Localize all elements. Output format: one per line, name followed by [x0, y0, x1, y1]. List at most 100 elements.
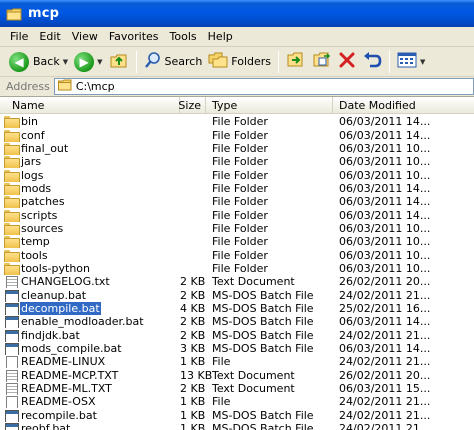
- file-row[interactable]: mods File Folder 06/03/2011 14...: [0, 182, 474, 195]
- file-row[interactable]: logs File Folder 06/03/2011 10...: [0, 168, 474, 182]
- file-name-cell: README-LINUX: [0, 355, 180, 369]
- file-row[interactable]: patches File Folder 06/03/2011 14...: [0, 195, 474, 209]
- file-name-cell: patches: [0, 195, 180, 209]
- file-row[interactable]: jars File Folder 06/03/2011 10...: [0, 155, 474, 169]
- file-name: README-OSX: [21, 395, 96, 409]
- column-header-size[interactable]: Size: [178, 97, 206, 114]
- file-date-modified: 06/03/2011 10...: [339, 168, 431, 182]
- back-arrow-icon: ◀: [9, 51, 29, 72]
- file-name: findjdk.bat: [21, 328, 80, 342]
- file-name-cell: conf: [0, 129, 180, 142]
- address-bar: Address C:\mcp: [0, 77, 474, 97]
- folder-icon: [57, 79, 72, 94]
- views-grid-icon: [397, 52, 417, 71]
- forward-button[interactable]: ▶ ▼: [71, 50, 105, 74]
- move-to-button[interactable]: [283, 50, 309, 74]
- text-document-icon: [4, 383, 18, 396]
- file-date-modified: 06/03/2011 14...: [339, 315, 431, 329]
- file-size: 2 KB: [180, 275, 206, 289]
- column-header-type[interactable]: Type: [206, 97, 333, 114]
- file-row[interactable]: CHANGELOG.txt 2 KB Text Document 26/02/2011…: [0, 275, 474, 289]
- menu-file[interactable]: File: [6, 30, 35, 43]
- file-type: Text Document: [212, 368, 295, 382]
- file-type: File Folder: [212, 181, 268, 195]
- file-name-cell: tools-python: [0, 262, 180, 275]
- address-input[interactable]: C:\mcp: [53, 78, 474, 95]
- file-name: sources: [21, 221, 64, 235]
- up-folder-button[interactable]: [106, 50, 132, 74]
- file-type: MS-DOS Batch File: [212, 315, 314, 329]
- undo-button[interactable]: [359, 50, 385, 74]
- file-row[interactable]: tools-python File Folder 06/03/2011 10...: [0, 262, 474, 275]
- file-size: 1 KB: [180, 422, 206, 430]
- menu-tools[interactable]: Tools: [166, 30, 204, 43]
- file-name-cell: jars: [0, 155, 180, 169]
- search-icon: [144, 51, 162, 72]
- column-header-date[interactable]: Date Modified: [333, 97, 474, 114]
- delete-button[interactable]: [335, 50, 359, 74]
- file-row[interactable]: mods_compile.bat 3 KB MS-DOS Batch File 06/…: [0, 342, 474, 356]
- file-row[interactable]: conf File Folder 06/03/2011 14...: [0, 128, 474, 142]
- file-type: MS-DOS Batch File: [212, 301, 314, 315]
- file-date-modified: 24/02/2011 21...: [339, 288, 431, 302]
- file-date-modified: 26/02/2011 20...: [339, 368, 431, 382]
- file-name: README-LINUX: [21, 355, 106, 369]
- file-row[interactable]: scripts File Folder 06/03/2011 14...: [0, 208, 474, 222]
- text-document-icon: [4, 369, 18, 382]
- menu-help[interactable]: Help: [204, 30, 240, 43]
- file-type: MS-DOS Batch File: [212, 328, 314, 342]
- column-header: Name Size Type Date Modified: [0, 97, 474, 114]
- file-name-cell: bin: [0, 115, 180, 129]
- back-button[interactable]: ◀ Back ▼: [6, 50, 71, 74]
- file-row[interactable]: findjdk.bat 2 KB MS-DOS Batch File 24/02/20…: [0, 329, 474, 342]
- folders-button[interactable]: Folders: [205, 50, 274, 74]
- folder-icon: [6, 7, 22, 21]
- batch-file-icon: [4, 343, 19, 356]
- window-title: mcp: [28, 6, 60, 21]
- file-row[interactable]: tools File Folder 06/03/2011 10...: [0, 248, 474, 262]
- file-row[interactable]: recompile.bat 1 KB MS-DOS Batch File 24/02/…: [0, 409, 474, 422]
- file-row[interactable]: cleanup.bat 2 KB MS-DOS Batch File 24/02/20…: [0, 288, 474, 302]
- file-row[interactable]: sources File Folder 06/03/2011 10...: [0, 222, 474, 235]
- file-row[interactable]: README-OSX 1 KB File 24/02/2011 21...: [0, 395, 474, 409]
- address-value: C:\mcp: [75, 80, 115, 93]
- file-row[interactable]: README-LINUX 1 KB File 24/02/2011 21...: [0, 355, 474, 369]
- file-row[interactable]: final_out File Folder 06/03/2011 10...: [0, 142, 474, 155]
- chevron-down-icon[interactable]: ▼: [63, 58, 68, 66]
- column-header-name[interactable]: Name: [0, 97, 180, 114]
- menu-view[interactable]: View: [68, 30, 105, 43]
- file-size: 13 KB: [180, 368, 213, 382]
- file-name: jars: [21, 155, 42, 169]
- folder-icon: [4, 262, 20, 275]
- file-name-cell: final_out: [0, 142, 180, 155]
- file-type: File Folder: [212, 168, 268, 182]
- search-button[interactable]: Search: [141, 50, 206, 74]
- folder-icon: [4, 129, 20, 142]
- undo-icon: [362, 51, 382, 72]
- copy-to-button[interactable]: [309, 50, 335, 74]
- file-type: File Folder: [212, 155, 268, 169]
- file-name: README-MCP.TXT: [21, 368, 119, 382]
- file-name: final_out: [21, 141, 69, 155]
- file-row[interactable]: enable_modloader.bat 2 KB MS-DOS Batch Fil…: [0, 315, 474, 329]
- menu-favorites[interactable]: Favorites: [105, 30, 166, 43]
- views-button[interactable]: ▼: [394, 50, 428, 74]
- file-row[interactable]: reobf.bat 1 KB MS-DOS Batch File 24/02/2011…: [0, 422, 474, 430]
- chevron-down-icon[interactable]: ▼: [97, 58, 102, 66]
- file-date-modified: 06/03/2011 10...: [339, 141, 431, 155]
- folder-icon: [4, 156, 20, 169]
- file-name-cell: sources: [0, 222, 180, 235]
- folder-icon: [4, 249, 20, 262]
- file-type: File Folder: [212, 195, 268, 209]
- file-row[interactable]: temp File Folder 06/03/2011 10...: [0, 235, 474, 249]
- file-row[interactable]: README-MCP.TXT 13 KB Text Document 26/02/20…: [0, 369, 474, 382]
- file-type: File Folder: [212, 128, 268, 142]
- batch-file-icon: [4, 316, 19, 329]
- file-row[interactable]: README-ML.TXT 2 KB Text Document 06/03/2011…: [0, 382, 474, 396]
- chevron-down-icon[interactable]: ▼: [420, 58, 425, 66]
- file-row[interactable]: decompile.bat 4 KB MS-DOS Batch File 25/02/…: [0, 301, 474, 315]
- file-size: 1 KB: [180, 355, 206, 369]
- menu-edit[interactable]: Edit: [35, 30, 67, 43]
- folder-icon: [4, 116, 20, 129]
- file-row[interactable]: bin File Folder 06/03/2011 14...: [0, 115, 474, 129]
